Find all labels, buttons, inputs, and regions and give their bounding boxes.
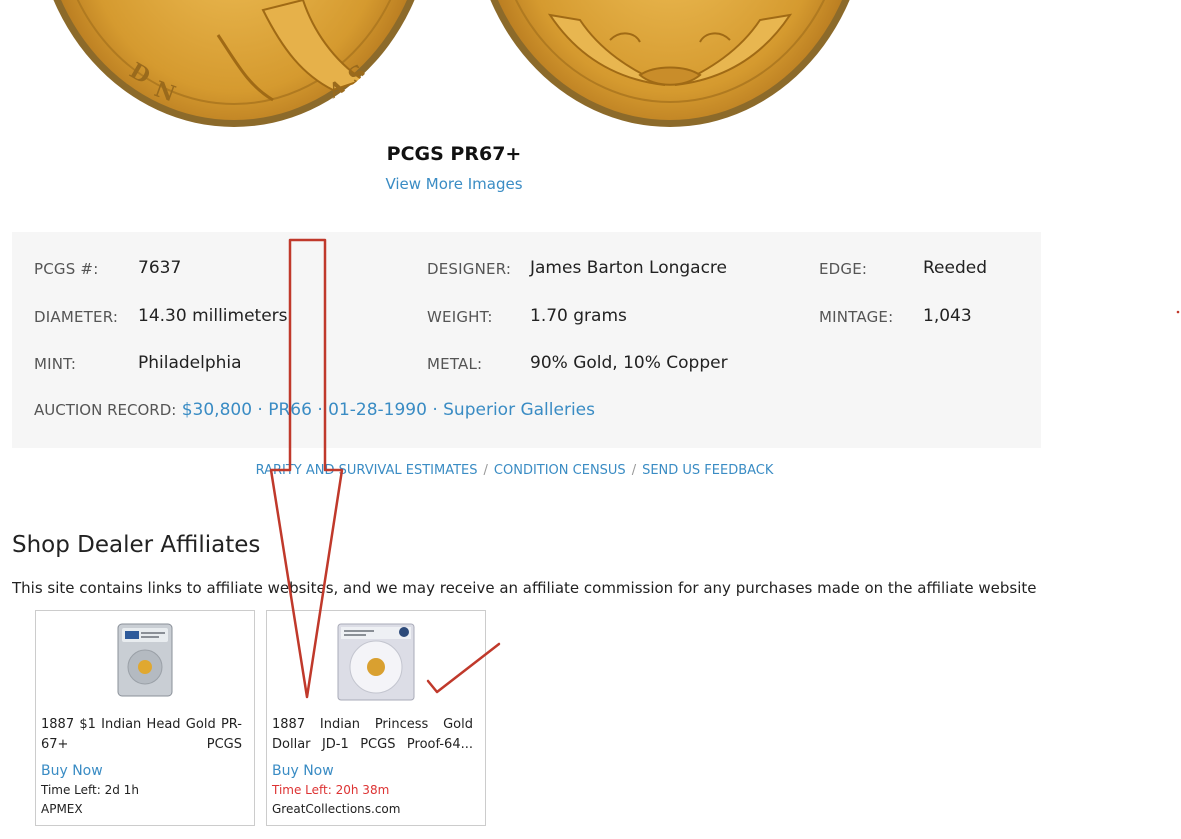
spec-value: James Barton Longacre (530, 258, 728, 278)
spec-value: 90% Gold, 10% Copper (530, 353, 728, 373)
section-title: Shop Dealer Affiliates (12, 532, 261, 558)
coin-specs-panel: PCGS #: 7637 DESIGNER: James Barton Long… (12, 232, 1041, 448)
stray-mark (1176, 310, 1180, 314)
coin-obverse-image[interactable]: D N A S (33, 0, 435, 128)
spec-label: EDGE: (819, 260, 868, 278)
send-feedback-link[interactable]: SEND US FEEDBACK (642, 463, 773, 478)
slab-thumbnail[interactable] (337, 623, 415, 705)
spec-label: DIAMETER: (34, 308, 119, 326)
condition-census-link[interactable]: CONDITION CENSUS (494, 463, 626, 478)
spec-value: Reeded (923, 258, 988, 278)
spec-label: WEIGHT: (427, 308, 493, 326)
rarity-estimates-link[interactable]: RARITY AND SURVIVAL ESTIMATES (256, 463, 478, 478)
slab-thumbnail[interactable] (117, 623, 173, 701)
coin-reverse-image[interactable] (470, 0, 870, 128)
auction-record-link[interactable]: $30,800 · PR66 · 01-28-1990 · Superior G… (182, 400, 595, 420)
affiliate-card[interactable]: 1887 Indian Princess Gold Dollar JD-1 PC… (266, 610, 486, 826)
spec-label: METAL: (427, 355, 483, 373)
link-separator: / (631, 463, 637, 478)
dealer-name: APMEX (41, 802, 83, 816)
spec-value: 7637 (138, 258, 182, 278)
affiliate-card[interactable]: 1887 $1 Indian Head Gold PR-67+ PCGS Buy… (35, 610, 255, 826)
product-description[interactable]: 1887 Indian Princess Gold Dollar JD-1 PC… (272, 715, 473, 755)
spec-value: Philadelphia (138, 353, 242, 373)
link-separator: / (483, 463, 488, 478)
time-left: Time Left: 2d 1h (41, 783, 139, 797)
spec-label: MINT: (34, 355, 77, 373)
dealer-name: GreatCollections.com (272, 802, 401, 816)
spec-label: AUCTION RECORD: (34, 401, 177, 419)
affiliate-disclosure: This site contains links to affiliate we… (12, 579, 1042, 597)
spec-value: 1,043 (923, 306, 972, 326)
time-left: Time Left: 20h 38m (272, 783, 390, 797)
spec-value: 1.70 grams (530, 306, 627, 326)
product-description[interactable]: 1887 $1 Indian Head Gold PR-67+ PCGS (41, 715, 242, 755)
spec-label: MINTAGE: (819, 308, 894, 326)
spec-value: 14.30 millimeters (138, 306, 288, 326)
coin-links-row: RARITY AND SURVIVAL ESTIMATES / CONDITION … (0, 463, 1029, 478)
view-more-images-link[interactable]: View More Images (0, 175, 908, 193)
spec-auction-record: AUCTION RECORD: $30,800 · PR66 · 01-28-1… (34, 400, 595, 420)
buy-now-link[interactable]: Buy Now (41, 763, 103, 779)
spec-label: DESIGNER: (427, 260, 512, 278)
spec-label: PCGS #: (34, 260, 99, 278)
buy-now-link[interactable]: Buy Now (272, 763, 334, 779)
grade-title: PCGS PR67+ (386, 143, 522, 165)
